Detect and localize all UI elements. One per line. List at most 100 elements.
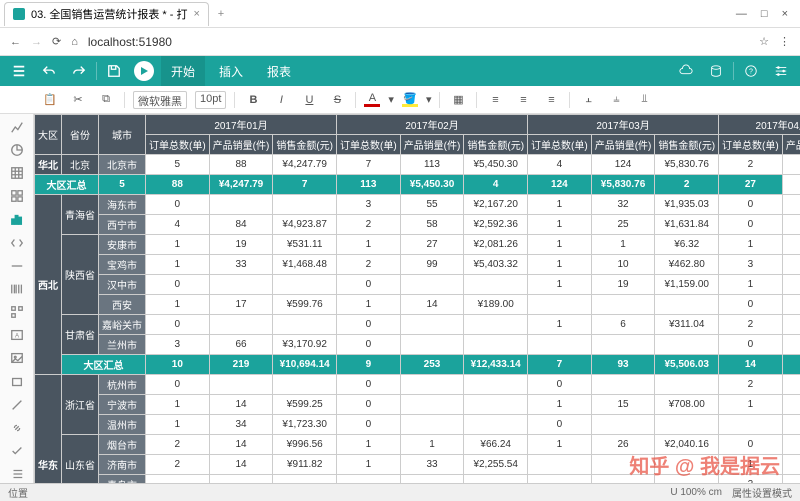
- col-城市[interactable]: 城市: [99, 115, 146, 155]
- data-cell[interactable]: [655, 455, 719, 475]
- data-cell[interactable]: 1: [528, 435, 592, 455]
- data-cell[interactable]: [337, 475, 401, 484]
- data-cell[interactable]: [591, 295, 655, 315]
- data-cell[interactable]: 3: [146, 335, 210, 355]
- data-cell[interactable]: 2: [719, 475, 783, 484]
- data-cell[interactable]: 0: [337, 375, 401, 395]
- data-cell[interactable]: 0: [337, 335, 401, 355]
- data-cell[interactable]: ¥1,159.00: [655, 275, 719, 295]
- data-cell[interactable]: 6: [591, 315, 655, 335]
- data-cell[interactable]: 13: [782, 395, 800, 415]
- cut-button[interactable]: ✂: [68, 90, 88, 110]
- data-cell[interactable]: [655, 295, 719, 315]
- data-cell[interactable]: 0: [528, 375, 592, 395]
- data-cell[interactable]: [400, 275, 464, 295]
- check-icon[interactable]: [6, 443, 28, 460]
- metric-header[interactable]: 产品销量(件): [209, 135, 273, 155]
- data-cell[interactable]: [146, 475, 210, 484]
- data-cell[interactable]: 4: [528, 155, 592, 175]
- line-icon[interactable]: [6, 396, 28, 413]
- chart-pie-icon[interactable]: [6, 141, 28, 158]
- data-cell[interactable]: 1: [528, 395, 592, 415]
- data-cell[interactable]: 1: [528, 215, 592, 235]
- data-cell[interactable]: 0: [146, 195, 210, 215]
- data-cell[interactable]: 0: [146, 275, 210, 295]
- data-cell[interactable]: 34: [209, 415, 273, 435]
- city-cell[interactable]: 温州市: [99, 415, 146, 435]
- data-cell[interactable]: 1: [337, 455, 401, 475]
- data-cell[interactable]: ¥2,592.36: [464, 215, 528, 235]
- metric-header[interactable]: 产品销量(件): [400, 135, 464, 155]
- data-cell[interactable]: [400, 335, 464, 355]
- data-cell[interactable]: 7: [528, 355, 592, 375]
- data-cell[interactable]: ¥2,081.26: [464, 235, 528, 255]
- month-header[interactable]: 2017年02月: [337, 115, 528, 135]
- bookmark-star-icon[interactable]: ☆: [759, 35, 769, 48]
- report-grid[interactable]: 大区省份城市2017年01月2017年02月2017年03月2017年04月订单…: [34, 114, 800, 483]
- data-cell[interactable]: 66: [209, 335, 273, 355]
- data-cell[interactable]: 94: [782, 275, 800, 295]
- strike-button[interactable]: S: [327, 90, 347, 110]
- data-cell[interactable]: [655, 335, 719, 355]
- data-cell[interactable]: ¥5,450.30: [400, 175, 464, 195]
- data-cell[interactable]: [464, 375, 528, 395]
- data-cell[interactable]: 2: [719, 315, 783, 335]
- province-cell[interactable]: 甘肃省: [62, 315, 99, 355]
- divider-icon[interactable]: [6, 257, 28, 274]
- data-cell[interactable]: 88: [209, 155, 273, 175]
- window-maximize-button[interactable]: □: [761, 8, 768, 20]
- data-cell[interactable]: 124: [528, 175, 592, 195]
- city-cell[interactable]: 兰州市: [99, 335, 146, 355]
- data-cell[interactable]: 55: [400, 195, 464, 215]
- data-cell[interactable]: 1: [719, 235, 783, 255]
- data-cell[interactable]: ¥3,170.92: [273, 335, 337, 355]
- province-cell[interactable]: 山东省: [62, 435, 99, 484]
- data-cell[interactable]: [655, 475, 719, 484]
- data-cell[interactable]: ¥5,450.30: [464, 155, 528, 175]
- align-left-button[interactable]: ≡: [485, 90, 505, 110]
- data-cell[interactable]: [719, 415, 783, 435]
- data-cell[interactable]: 113: [337, 175, 401, 195]
- underline-button[interactable]: U: [299, 90, 319, 110]
- data-cell[interactable]: 0: [337, 395, 401, 415]
- data-cell[interactable]: 14: [400, 295, 464, 315]
- data-cell[interactable]: 0: [337, 415, 401, 435]
- data-cell[interactable]: [464, 475, 528, 484]
- col-大区[interactable]: 大区: [35, 115, 62, 155]
- chart-line-icon[interactable]: [6, 118, 28, 135]
- window-close-button[interactable]: ×: [782, 8, 788, 20]
- valign-top-button[interactable]: ⫠: [578, 90, 598, 110]
- data-cell[interactable]: ¥66.24: [464, 435, 528, 455]
- save-button[interactable]: [101, 59, 127, 83]
- data-cell[interactable]: 219: [209, 355, 273, 375]
- data-cell[interactable]: 10: [591, 255, 655, 275]
- city-cell[interactable]: 西宁市: [99, 215, 146, 235]
- city-cell[interactable]: 烟台市: [99, 435, 146, 455]
- data-cell[interactable]: ¥5,830.76: [655, 155, 719, 175]
- data-cell[interactable]: 33: [400, 455, 464, 475]
- month-header[interactable]: 2017年03月: [528, 115, 719, 135]
- data-cell[interactable]: [591, 375, 655, 395]
- data-cell[interactable]: ¥708.00: [655, 395, 719, 415]
- data-cell[interactable]: [209, 315, 273, 335]
- data-cell[interactable]: 30: [782, 235, 800, 255]
- image-icon[interactable]: [6, 350, 28, 367]
- nav-home-button[interactable]: ⌂: [71, 36, 78, 48]
- code-icon[interactable]: [6, 234, 28, 251]
- data-cell[interactable]: 14: [209, 395, 273, 415]
- data-cell[interactable]: 4: [146, 215, 210, 235]
- undo-button[interactable]: [36, 59, 62, 83]
- data-cell[interactable]: 19: [209, 235, 273, 255]
- grid-icon[interactable]: [6, 188, 28, 205]
- data-cell[interactable]: 5: [99, 175, 146, 195]
- data-cell[interactable]: ¥5,830.76: [591, 175, 655, 195]
- data-cell[interactable]: [782, 195, 800, 215]
- region-cell[interactable]: 华北: [35, 155, 62, 175]
- redo-button[interactable]: [66, 59, 92, 83]
- data-cell[interactable]: 2: [337, 255, 401, 275]
- data-cell[interactable]: [528, 335, 592, 355]
- data-cell[interactable]: 14: [209, 435, 273, 455]
- tab-close-icon[interactable]: ×: [193, 8, 199, 20]
- help-button[interactable]: ?: [738, 59, 764, 83]
- metric-header[interactable]: 订单总数(单): [146, 135, 210, 155]
